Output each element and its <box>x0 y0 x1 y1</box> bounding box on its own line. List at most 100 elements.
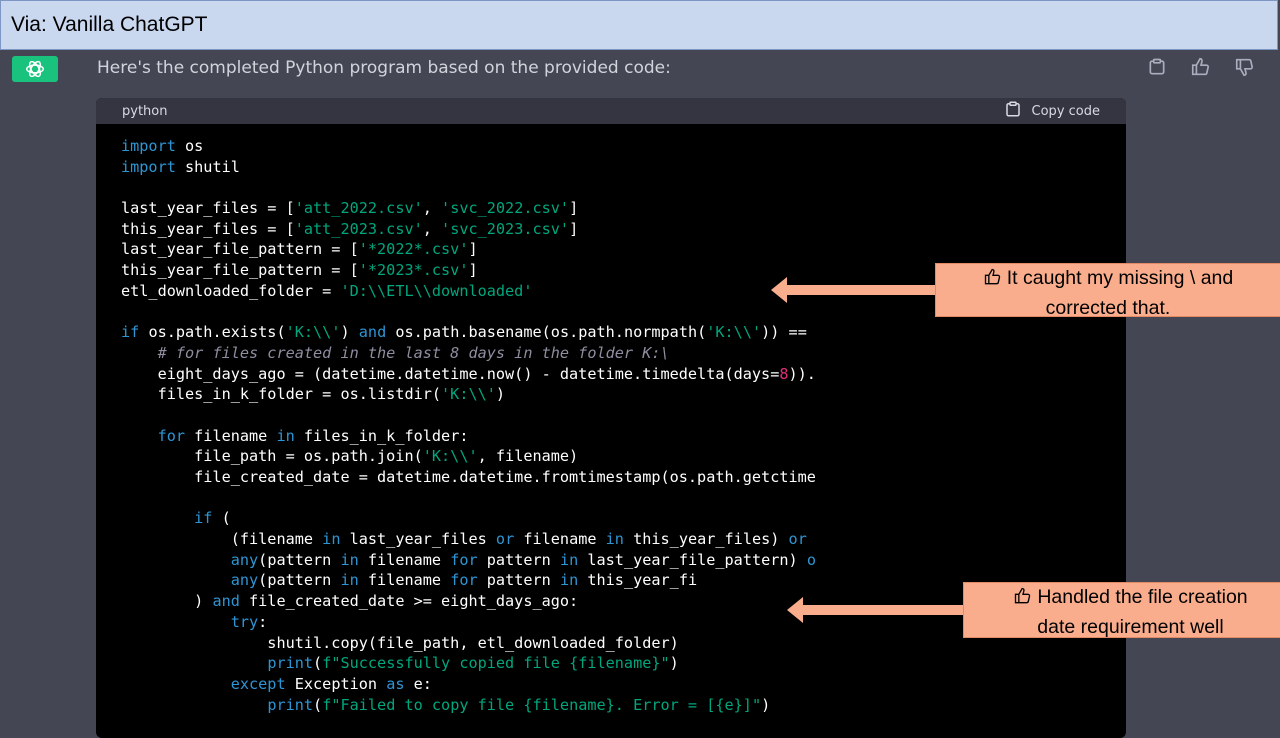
code-line: last_year_file_pattern = ['*2022*.csv'] <box>121 239 1126 260</box>
code-line: print(f"Successfully copied file {filena… <box>121 653 1126 674</box>
clipboard-icon <box>1004 100 1022 122</box>
code-token: if <box>121 323 140 342</box>
code-token: 8 <box>779 364 789 383</box>
code-token: this_year_file_pattern = [ <box>121 261 359 280</box>
code-token: f"Successfully copied file {filename}" <box>322 654 670 673</box>
code-token: ) <box>669 654 679 673</box>
code-line: file_created_date = datetime.datetime.fr… <box>121 467 1126 488</box>
thumbs-up-icon[interactable] <box>1190 56 1212 78</box>
code-token: filename <box>514 530 606 549</box>
message-actions <box>1146 56 1256 78</box>
clipboard-icon[interactable] <box>1146 56 1168 78</box>
callout-text-2: date requirement well <box>1037 616 1224 638</box>
code-token: this_year_files = [ <box>121 219 295 238</box>
thumbs-down-icon[interactable] <box>1234 56 1256 78</box>
title-bar: Via: Vanilla ChatGPT <box>0 0 1278 50</box>
thumbs-up-hand-icon <box>983 267 1003 295</box>
code-token: )). <box>788 364 816 383</box>
code-line: files_in_k_folder = os.listdir('K:\\') <box>121 384 1126 405</box>
code-token: os <box>175 137 204 155</box>
code-line: import shutil <box>121 157 1126 178</box>
callout-text-2: corrected that. <box>1045 297 1171 319</box>
code-token: ] <box>468 261 478 280</box>
code-token: (pattern <box>258 550 341 569</box>
code-token: ( <box>212 509 231 528</box>
code-token: ( <box>313 695 323 714</box>
code-token: '*2023*.csv' <box>358 261 469 280</box>
code-token: eight_days_ago = (datetime.datetime.now(… <box>121 364 780 383</box>
callout-bubble: It caught my missing \ and corrected tha… <box>935 263 1280 319</box>
code-token: try <box>230 612 259 631</box>
code-token: this_year_files) <box>623 530 789 549</box>
code-token: filename <box>185 426 277 445</box>
code-line: (filename in last_year_files or filename… <box>121 529 1126 550</box>
code-token: last_year_file_pattern) <box>578 550 807 569</box>
code-token: 'K:\\' <box>422 447 478 466</box>
code-token: ] <box>468 240 478 259</box>
code-token: file_created_date = datetime.datetime.fr… <box>121 468 816 486</box>
code-token: shutil.copy(file_path, etl_downloaded_fo… <box>121 633 679 652</box>
code-token: files_in_k_folder: <box>294 426 469 445</box>
code-token: 'K:\\' <box>706 323 762 342</box>
code-token: : <box>258 612 268 631</box>
code-token: etl_downloaded_folder = <box>121 281 341 300</box>
code-token: filename <box>358 571 451 590</box>
code-line: import os <box>121 136 1126 157</box>
code-line: last_year_files = ['att_2022.csv', 'svc_… <box>121 198 1126 219</box>
code-line: this_year_files = ['att_2023.csv', 'svc_… <box>121 219 1126 240</box>
code-token: last_year_files = [ <box>121 199 295 218</box>
code-token: e: <box>404 674 432 693</box>
callout-bubble: Handled the file creation date requireme… <box>963 582 1280 638</box>
code-token: 'K:\\' <box>441 385 496 404</box>
chatgpt-logo-icon <box>12 56 58 82</box>
code-token: ) <box>340 323 359 342</box>
code-token: 'att_2022.csv' <box>294 199 423 218</box>
code-token: or <box>788 530 807 549</box>
code-token: , filename) <box>477 447 579 466</box>
callout-arrow-shaft <box>787 285 935 295</box>
code-token: pattern <box>477 550 560 569</box>
code-token: any <box>230 550 259 569</box>
code-line: any(pattern in filename for pattern in l… <box>121 550 1126 571</box>
code-token: file_created_date >= eight_days_ago: <box>239 592 579 611</box>
code-line: eight_days_ago = (datetime.datetime.now(… <box>121 364 1126 385</box>
code-token: as <box>386 674 405 693</box>
code-token: shutil <box>175 157 240 176</box>
code-token: for <box>450 571 478 590</box>
copy-code-button[interactable]: Copy code <box>1004 100 1100 122</box>
code-header: python Copy code <box>96 98 1126 124</box>
code-token: )) == <box>761 323 807 342</box>
callout-text-1: Handled the file creation <box>1037 586 1248 608</box>
thumbs-up-hand-icon <box>1013 586 1033 614</box>
code-token: ) <box>495 385 506 404</box>
code-token: for <box>157 426 186 445</box>
code-token: and <box>358 323 387 342</box>
code-line: print(f"Failed to copy file {filename}. … <box>121 695 1126 716</box>
code-token: 'K:\\' <box>285 323 341 342</box>
code-token: import <box>121 157 176 176</box>
callout-text-1: It caught my missing \ and <box>1006 267 1234 289</box>
code-token: in <box>340 571 359 590</box>
code-token: ( <box>313 654 323 673</box>
code-token: Exception <box>285 674 387 693</box>
code-token: ] <box>569 199 579 218</box>
code-token: 'svc_2022.csv' <box>441 199 570 218</box>
code-token: if <box>194 509 213 528</box>
copy-code-label: Copy code <box>1031 103 1100 119</box>
code-token: pattern <box>477 571 560 590</box>
code-line: if os.path.exists('K:\\') and os.path.ba… <box>121 322 1126 343</box>
code-token: o <box>806 550 816 569</box>
code-token: f"Failed to copy file {filename}. Error … <box>322 695 762 714</box>
callout-arrow <box>787 597 803 623</box>
code-token: any <box>230 571 259 590</box>
code-language: python <box>122 103 168 119</box>
code-token: 'att_2023.csv' <box>294 219 423 238</box>
